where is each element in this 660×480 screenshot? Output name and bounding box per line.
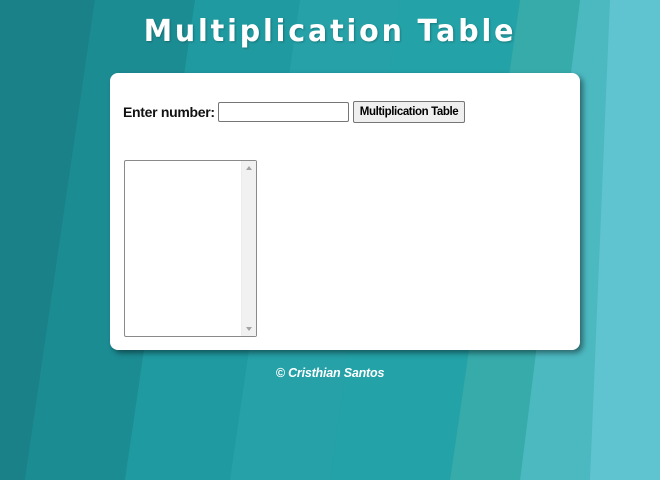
multiplication-table-button[interactable]: Multiplication Table (352, 101, 466, 123)
footer-credit: © Cristhian Santos (275, 366, 385, 380)
number-label: Enter number: (123, 104, 215, 120)
number-form: Enter number: Multiplication Table (123, 100, 466, 124)
scroll-up-arrow-icon[interactable] (246, 166, 252, 170)
number-input[interactable] (217, 102, 349, 122)
page-title: Multiplication Table (143, 14, 517, 49)
result-textarea[interactable] (124, 160, 257, 337)
result-scrollbar[interactable] (241, 161, 256, 336)
scroll-down-arrow-icon[interactable] (246, 327, 252, 331)
main-card: Enter number: Multiplication Table (110, 73, 580, 350)
